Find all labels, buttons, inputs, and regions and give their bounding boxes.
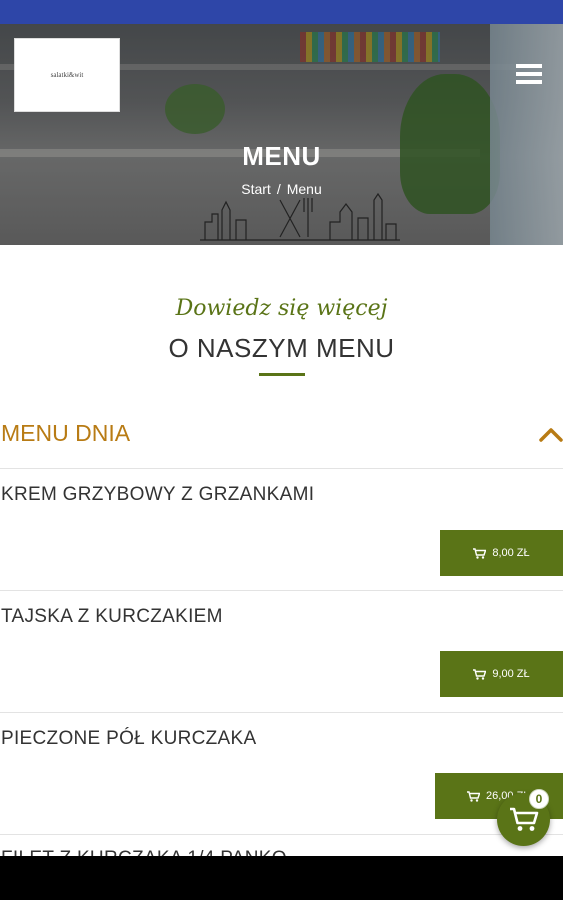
cart-icon [509,807,538,831]
cart-icon [473,668,487,680]
menu-item-name: KREM GRZYBOWY Z GRZANKAMI [1,484,315,505]
heading-underline [259,373,305,376]
chevron-up-icon[interactable] [539,426,563,442]
menu-item-name: PIECZONE PÓŁ KURCZAKA [1,728,257,749]
hamburger-line [516,64,542,68]
logo-text: salatki&wit [50,71,84,79]
page-title: MENU [242,141,321,171]
system-status-bar [0,0,563,24]
cart-icon [467,790,480,802]
breadcrumb: Start / Menu [0,181,563,197]
price-label: 9,00 ZŁ [492,668,530,680]
section-kicker: Dowiedz się więcej [175,296,388,321]
divider [0,834,563,835]
divider [0,468,563,469]
menu-category-title[interactable]: MENU DNIA [1,420,130,447]
divider [0,590,563,591]
hamburger-line [516,72,542,76]
menu-item-name: TAJSKA Z KURCZAKIEM [1,606,223,627]
price-label: 8,00 ZŁ [492,547,530,559]
breadcrumb-home-link[interactable]: Start [241,181,271,197]
divider [0,712,563,713]
cart-icon [473,547,487,559]
breadcrumb-separator: / [276,181,281,197]
section-heading: O NASZYM MENU [168,333,395,363]
hamburger-menu-icon[interactable] [516,64,542,86]
add-to-cart-button[interactable]: 8,00 ZŁ [440,530,563,576]
site-logo[interactable]: salatki&wit [14,38,120,112]
breadcrumb-current: Menu [286,181,322,197]
hamburger-line [516,80,542,84]
add-to-cart-button[interactable]: 9,00 ZŁ [440,651,563,697]
system-navigation-bar [0,856,563,900]
city-skyline-illustration [200,192,400,241]
cart-count-badge: 0 [529,789,549,809]
